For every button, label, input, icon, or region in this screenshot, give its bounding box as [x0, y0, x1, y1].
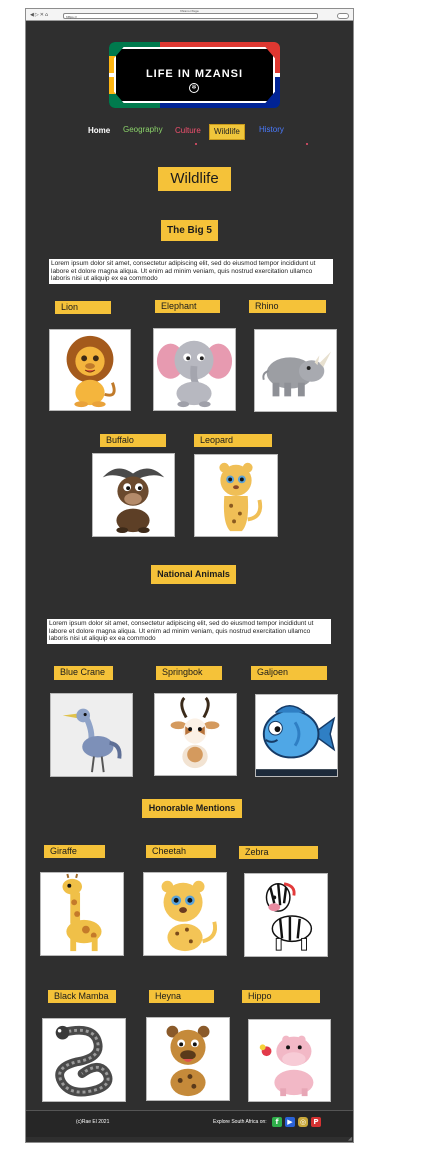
- nav-decoration-dot: [306, 143, 308, 145]
- animal-label-black-mamba: Black Mamba: [48, 990, 116, 1003]
- buffalo-image: [92, 453, 175, 537]
- browser-window: Mzansi Page ◀▷✕⌂ https:// LIFE IN MZANSI…: [25, 8, 354, 1143]
- leopard-image: [194, 454, 278, 537]
- galjoen-image: [255, 694, 338, 777]
- animal-label-cheetah: Cheetah: [146, 845, 216, 858]
- protea-icon: ✻: [189, 83, 199, 93]
- animal-label-elephant: Elephant: [155, 300, 220, 313]
- browser-nav-buttons[interactable]: ◀▷✕⌂: [30, 13, 49, 18]
- rhino-image: [254, 329, 337, 412]
- footer-explore-text: Explore South Africa on:: [213, 1119, 267, 1125]
- elephant-drawing: [156, 340, 233, 408]
- animal-label-leopard: Leopard: [194, 434, 272, 447]
- elephant-image: [153, 328, 236, 411]
- animal-label-heyna: Heyna: [149, 990, 214, 1003]
- hippo-image: [248, 1019, 331, 1102]
- logo-text: LIFE IN MZANSI: [145, 68, 244, 80]
- galjoen-drawing: [256, 705, 337, 776]
- site-footer: (c)Rae El 2021 Explore South Africa on: …: [26, 1110, 353, 1137]
- cheetah-drawing: [161, 880, 217, 952]
- animal-label-zebra: Zebra: [239, 846, 318, 859]
- intro-paragraph: Lorem ipsum dolor sit amet, consectetur …: [49, 259, 333, 284]
- facebook-icon[interactable]: f: [272, 1117, 282, 1127]
- animal-label-springbok: Springbok: [156, 666, 222, 680]
- footer-copyright: (c)Rae El 2021: [76, 1119, 110, 1125]
- giraffe-image: [40, 872, 124, 956]
- black-mamba-drawing: [55, 1025, 113, 1097]
- animal-label-galjoen: Galjoen: [251, 666, 327, 680]
- browser-toolbar: Mzansi Page ◀▷✕⌂ https://: [26, 9, 353, 21]
- section-heading-honorable: Honorable Mentions: [142, 799, 242, 818]
- giraffe-drawing: [62, 873, 102, 952]
- cheetah-image: [143, 872, 227, 956]
- animal-label-hippo: Hippo: [242, 990, 320, 1003]
- blue-crane-image: [50, 693, 133, 777]
- animal-label-blue-crane: Blue Crane: [54, 666, 113, 680]
- animal-label-lion: Lion: [55, 301, 111, 314]
- black-mamba-image: [42, 1018, 126, 1102]
- page-title: Wildlife: [158, 167, 231, 191]
- buffalo-drawing: [102, 468, 165, 534]
- nav-geography[interactable]: Geography: [123, 125, 163, 135]
- leopard-drawing: [219, 462, 263, 532]
- national-paragraph: Lorem ipsum dolor sit amet, consectetur …: [47, 619, 331, 644]
- pinterest-icon[interactable]: P: [311, 1117, 321, 1127]
- lion-drawing: [66, 335, 116, 408]
- nav-culture[interactable]: Culture: [175, 126, 201, 136]
- animal-label-rhino: Rhino: [249, 300, 326, 313]
- rhino-drawing: [262, 351, 332, 397]
- search-field[interactable]: [337, 13, 349, 19]
- section-heading-national: National Animals: [151, 565, 236, 584]
- resize-handle-icon[interactable]: ◢: [348, 1136, 353, 1142]
- site-logo[interactable]: LIFE IN MZANSI ✻: [109, 42, 280, 108]
- springbok-image: [154, 693, 237, 776]
- zebra-image: [244, 873, 328, 957]
- nav-home[interactable]: Home: [88, 126, 110, 136]
- heyna-drawing: [166, 1025, 210, 1097]
- section-heading-big5: The Big 5: [161, 220, 218, 241]
- animal-label-buffalo: Buffalo: [100, 434, 166, 447]
- heyna-image: [146, 1017, 230, 1101]
- nav-wildlife[interactable]: Wildlife: [209, 124, 245, 140]
- youtube-icon[interactable]: ▶: [285, 1117, 295, 1127]
- instagram-icon[interactable]: ◎: [298, 1117, 308, 1127]
- springbok-drawing: [170, 696, 220, 769]
- zebra-drawing: [265, 882, 313, 951]
- blue-crane-drawing: [62, 708, 122, 773]
- nav-decoration-dot: [195, 143, 197, 145]
- animal-label-giraffe: Giraffe: [44, 845, 105, 858]
- address-bar[interactable]: https://: [63, 13, 318, 19]
- nav-history[interactable]: History: [259, 125, 284, 135]
- hippo-drawing: [259, 1035, 314, 1097]
- lion-image: [49, 329, 131, 411]
